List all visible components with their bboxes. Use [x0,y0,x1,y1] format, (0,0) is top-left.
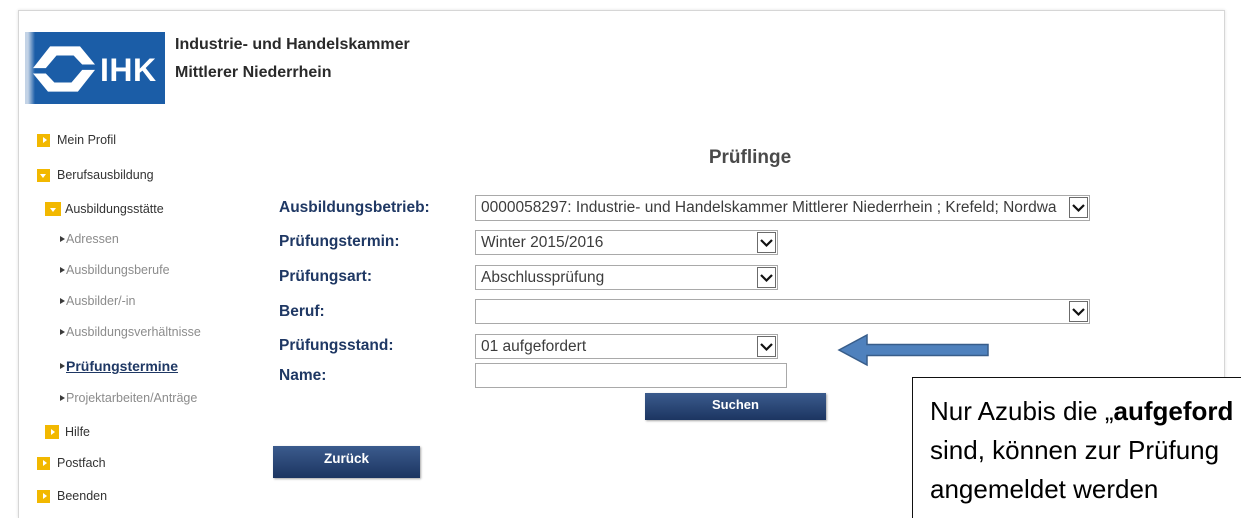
pruefungsart-value: Abschlussprüfung [481,269,605,286]
beruf-select[interactable] [475,299,1090,324]
sidebar-item-label[interactable]: Ausbildungsstätte [65,200,164,218]
callout-line-1: Nur Azubis die „aufgeford [930,392,1241,431]
chevron-down-icon [760,239,773,248]
sidebar-item-berufsausbildung[interactable]: Berufsausbildung [37,166,154,184]
sidebar-item-ausbildungsverhaeltnisse[interactable]: Ausbildungsverhältnisse [60,323,201,341]
sidebar-item-adressen[interactable]: Adressen [60,230,119,248]
pruefungsart-dropdown-button[interactable] [757,267,776,288]
triangle-right-icon [60,298,65,304]
ihk-logo[interactable]: IHK [25,32,165,104]
chevron-down-icon [1072,308,1085,317]
sidebar-item-ausbildungsberufe[interactable]: Ausbildungsberufe [60,261,170,279]
callout-line-1-text: Nur Azubis die „ [930,396,1114,426]
pruefungstermin-dropdown-button[interactable] [757,232,776,253]
ausbildungsbetrieb-value: 0000058297: Industrie- und Handelskammer… [481,199,1057,216]
ihk-emblem-icon [33,46,95,92]
sidebar-item-label[interactable]: Ausbildungsverhältnisse [66,323,201,341]
yellow-arrow-right-icon [37,456,50,470]
triangle-right-icon [60,236,65,242]
sidebar-item-label[interactable]: Beenden [57,487,107,505]
pruefungsstand-dropdown-button[interactable] [757,336,776,357]
yellow-arrow-down-icon [45,202,61,216]
beruf-label: Beruf: [279,303,325,320]
yellow-arrow-right-icon [37,133,50,147]
pruefungstermin-label: Prüfungstermin: [279,233,400,250]
chevron-down-icon [760,274,773,283]
pruefungsart-label: Prüfungsart: [279,268,372,285]
ausbildungsbetrieb-select[interactable]: 0000058297: Industrie- und Handelskammer… [475,195,1090,221]
ausbildungsbetrieb-dropdown-button[interactable] [1069,197,1088,218]
pruefungsstand-label: Prüfungsstand: [279,337,394,354]
sidebar-item-label[interactable]: Prüfungstermine [66,357,178,375]
triangle-right-icon [60,267,65,273]
yellow-arrow-right-icon [45,425,59,439]
sidebar-item-label[interactable]: Ausbilder/-in [66,292,135,310]
yellow-arrow-down-icon [37,168,50,182]
pruefungsstand-select[interactable]: 01 aufgefordert [475,334,778,359]
sidebar-item-label[interactable]: Ausbildungsberufe [66,261,170,279]
triangle-right-icon [60,395,65,401]
sidebar-item-pruefungstermine[interactable]: Prüfungstermine [60,357,178,375]
logo-text: IHK [100,52,157,88]
organization-name: Industrie- und Handelskammer Mittlerer N… [175,31,410,87]
callout-line-3: angemeldet werden [930,474,1159,504]
sidebar-item-postfach[interactable]: Postfach [37,454,106,472]
pruefungsstand-value: 01 aufgefordert [481,338,587,355]
organization-name-line-1: Industrie- und Handelskammer [175,36,410,53]
sidebar-item-label[interactable]: Hilfe [65,423,90,441]
name-label: Name: [279,367,327,384]
sidebar-item-ausbildungsstaette[interactable]: Ausbildungsstätte [45,200,164,218]
sidebar-item-label[interactable]: Berufsausbildung [57,166,154,184]
sidebar-item-mein-profil[interactable]: Mein Profil [37,131,116,149]
search-button[interactable]: Suchen [645,393,826,420]
name-input[interactable] [475,363,787,388]
triangle-right-icon [60,329,65,335]
beruf-dropdown-button[interactable] [1069,301,1088,322]
callout-line-2: sind, können zur Prüfung [930,435,1220,465]
triangle-right-icon [60,363,65,369]
page-title: Prüflinge [708,147,792,168]
chevron-down-icon [760,343,773,352]
organization-name-line-2: Mittlerer Niederrhein [175,64,332,81]
arrow-left-icon [837,333,989,367]
annotation-callout: Nur Azubis die „aufgeford sind, können z… [912,377,1241,518]
sidebar-item-label[interactable]: Projektarbeiten/Anträge [66,389,197,407]
pruefungstermin-value: Winter 2015/2016 [481,234,604,251]
sidebar-item-projektarbeiten[interactable]: Projektarbeiten/Anträge [60,389,197,407]
yellow-arrow-right-icon [37,489,50,503]
sidebar-item-hilfe[interactable]: Hilfe [45,423,90,441]
sidebar-item-label[interactable]: Postfach [57,454,106,472]
sidebar-item-ausbilder[interactable]: Ausbilder/-in [60,292,135,310]
ausbildungsbetrieb-label: Ausbildungsbetrieb: [279,199,430,216]
back-button[interactable]: Zurück [273,446,420,478]
chevron-down-icon [1072,204,1085,213]
sidebar-item-beenden[interactable]: Beenden [37,487,107,505]
pruefungstermin-select[interactable]: Winter 2015/2016 [475,230,778,255]
sidebar-item-label[interactable]: Mein Profil [57,131,116,149]
pruefungsart-select[interactable]: Abschlussprüfung [475,265,778,290]
callout-line-1-bold: aufgeford [1113,396,1234,426]
sidebar-item-label[interactable]: Adressen [66,230,119,248]
